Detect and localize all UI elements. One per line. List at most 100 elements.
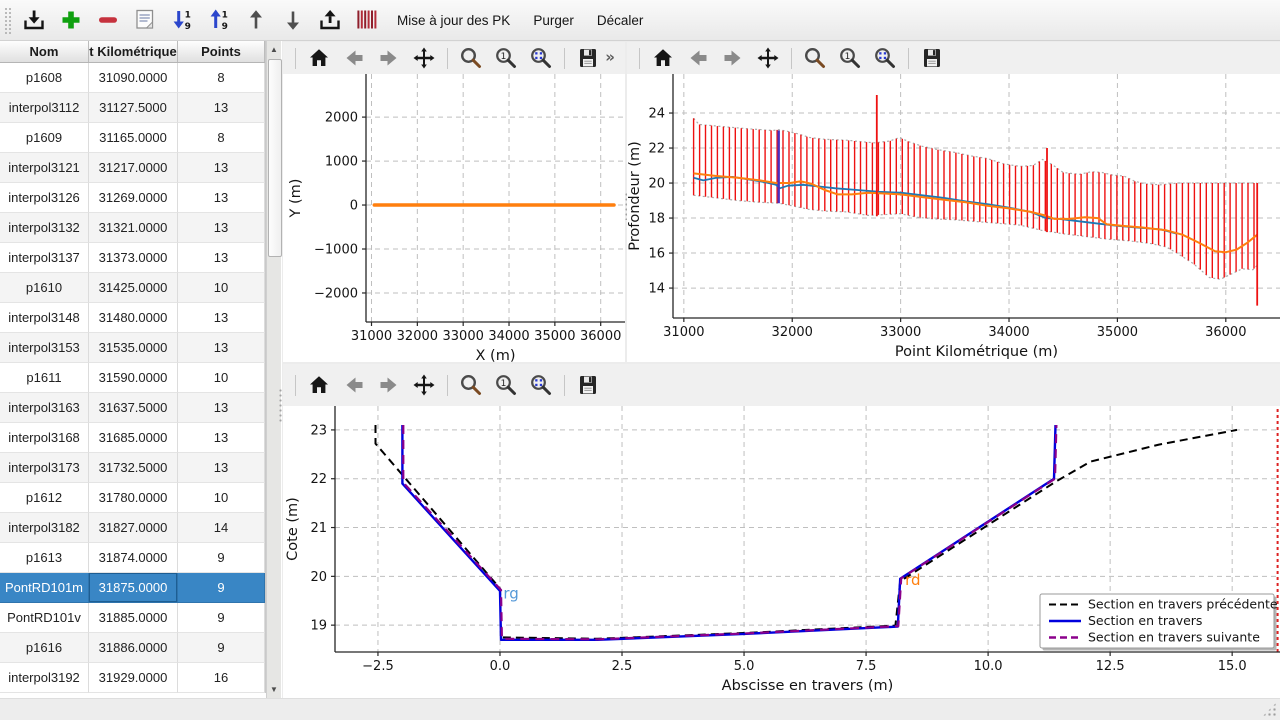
row-pk[interactable]: 31732.5000 (89, 453, 178, 483)
row-points[interactable]: 9 (178, 543, 265, 573)
row-nom[interactable]: interpol3132 (0, 213, 89, 243)
import-button[interactable] (18, 4, 50, 36)
zoom-selection-button[interactable] (871, 44, 899, 72)
zoom-button[interactable] (457, 44, 485, 72)
table-row[interactable]: interpol316331637.500013 (0, 393, 265, 423)
row-pk[interactable]: 31321.0000 (89, 213, 178, 243)
table-row[interactable]: interpol318231827.000014 (0, 513, 265, 543)
row-nom[interactable]: p1610 (0, 273, 89, 303)
row-pk[interactable]: 31373.0000 (89, 243, 178, 273)
edit-notes-button[interactable] (129, 4, 161, 36)
scroll-down-button[interactable]: ▼ (267, 682, 281, 697)
save-figure-button[interactable] (574, 44, 602, 72)
row-points[interactable]: 13 (178, 423, 265, 453)
row-points[interactable]: 13 (178, 393, 265, 423)
row-pk[interactable]: 31780.0000 (89, 483, 178, 513)
table-row[interactable]: interpol313231321.000013 (0, 213, 265, 243)
row-pk[interactable]: 31425.0000 (89, 273, 178, 303)
window-resize-grip[interactable] (1262, 702, 1277, 717)
trace-plot-canvas[interactable]: 310003200033000340003500036000−2000−1000… (283, 74, 625, 362)
zoom-original-button[interactable]: 1 (836, 44, 864, 72)
row-points[interactable]: 10 (178, 363, 265, 393)
row-points[interactable]: 14 (178, 513, 265, 543)
row-pk[interactable]: 31590.0000 (89, 363, 178, 393)
column-header-points[interactable]: Points (178, 41, 265, 62)
row-points[interactable]: 9 (178, 573, 265, 603)
row-nom[interactable]: interpol3112 (0, 93, 89, 123)
cross-section-plot-canvas[interactable]: −2.50.02.55.07.510.012.515.01920212223rg… (283, 406, 1280, 700)
table-row[interactable]: PontRD101m31875.00009 (0, 573, 265, 603)
row-points[interactable]: 9 (178, 633, 265, 663)
zoom-original-button[interactable]: 1 (492, 44, 520, 72)
back-button[interactable] (340, 371, 368, 399)
row-points[interactable]: 13 (178, 303, 265, 333)
row-points[interactable]: 9 (178, 603, 265, 633)
row-pk[interactable]: 31874.0000 (89, 543, 178, 573)
sort-descending-button[interactable]: 1 9 (166, 4, 198, 36)
row-pk[interactable]: 31127.5000 (89, 93, 178, 123)
purge-button[interactable]: Purger (524, 4, 583, 36)
table-row[interactable]: PontRD101v31885.00009 (0, 603, 265, 633)
table-row[interactable]: interpol316831685.000013 (0, 423, 265, 453)
row-pk[interactable]: 31165.0000 (89, 123, 178, 153)
scrollbar-thumb[interactable] (268, 59, 282, 257)
row-nom[interactable]: interpol3126 (0, 183, 89, 213)
zoom-original-button[interactable]: 1 (492, 371, 520, 399)
row-pk[interactable]: 31929.0000 (89, 663, 178, 693)
add-section-button[interactable] (55, 4, 87, 36)
row-pk[interactable]: 31886.0000 (89, 633, 178, 663)
table-row[interactable]: p161231780.000010 (0, 483, 265, 513)
home-button[interactable] (649, 44, 677, 72)
row-pk[interactable]: 31535.0000 (89, 333, 178, 363)
table-row[interactable]: p161131590.000010 (0, 363, 265, 393)
row-nom[interactable]: p1616 (0, 633, 89, 663)
row-nom[interactable]: interpol3173 (0, 453, 89, 483)
table-row[interactable]: interpol314831480.000013 (0, 303, 265, 333)
table-row[interactable]: interpol312631269.000013 (0, 183, 265, 213)
profile-plot-canvas[interactable]: 3100032000330003400035000360001416182022… (627, 74, 1280, 362)
zoom-selection-button[interactable] (527, 371, 555, 399)
row-nom[interactable]: p1609 (0, 123, 89, 153)
row-nom[interactable]: p1608 (0, 63, 89, 93)
table-row[interactable]: p161031425.000010 (0, 273, 265, 303)
back-button[interactable] (684, 44, 712, 72)
row-pk[interactable]: 31217.0000 (89, 153, 178, 183)
move-down-button[interactable] (277, 4, 309, 36)
row-pk[interactable]: 31885.0000 (89, 603, 178, 633)
home-button[interactable] (305, 44, 333, 72)
row-points[interactable]: 13 (178, 213, 265, 243)
table-row[interactable]: p161331874.00009 (0, 543, 265, 573)
table-row[interactable]: interpol319231929.000016 (0, 663, 265, 693)
row-nom[interactable]: interpol3168 (0, 423, 89, 453)
column-header-pk[interactable]: t Kilométrique (89, 41, 178, 62)
table-row[interactable]: p160931165.00008 (0, 123, 265, 153)
row-points[interactable]: 13 (178, 333, 265, 363)
row-nom[interactable]: interpol3182 (0, 513, 89, 543)
pan-button[interactable] (410, 44, 438, 72)
row-nom[interactable]: interpol3121 (0, 153, 89, 183)
scroll-up-button[interactable]: ▲ (267, 42, 281, 57)
row-points[interactable]: 13 (178, 243, 265, 273)
row-nom[interactable]: p1612 (0, 483, 89, 513)
row-pk[interactable]: 31685.0000 (89, 423, 178, 453)
pan-button[interactable] (754, 44, 782, 72)
toolbar-grip[interactable] (4, 7, 11, 34)
row-nom[interactable]: interpol3153 (0, 333, 89, 363)
sections-button[interactable] (351, 4, 383, 36)
row-points[interactable]: 13 (178, 153, 265, 183)
zoom-selection-button[interactable] (527, 44, 555, 72)
zoom-button[interactable] (457, 371, 485, 399)
table-row[interactable]: interpol313731373.000013 (0, 243, 265, 273)
row-points[interactable]: 10 (178, 483, 265, 513)
column-header-nom[interactable]: Nom (0, 41, 89, 62)
row-nom[interactable]: PontRD101v (0, 603, 89, 633)
row-points[interactable]: 8 (178, 63, 265, 93)
update-pk-button[interactable]: Mise à jour des PK (388, 4, 519, 36)
row-nom[interactable]: interpol3163 (0, 393, 89, 423)
move-up-button[interactable] (240, 4, 272, 36)
table-row[interactable]: interpol315331535.000013 (0, 333, 265, 363)
save-figure-button[interactable] (574, 371, 602, 399)
row-pk[interactable]: 31090.0000 (89, 63, 178, 93)
row-pk[interactable]: 31875.0000 (89, 573, 178, 603)
shift-button[interactable]: Décaler (588, 4, 653, 36)
